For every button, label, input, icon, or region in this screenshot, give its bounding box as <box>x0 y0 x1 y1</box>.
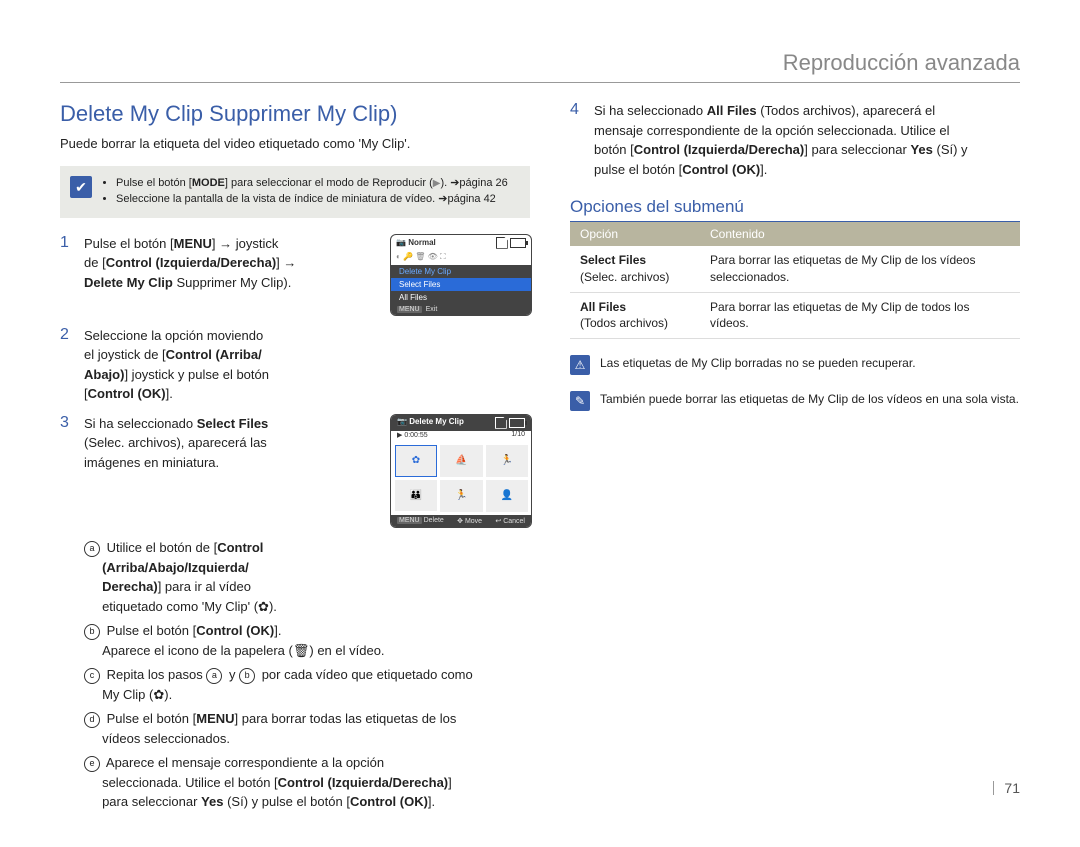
thumbnail: 🏃 <box>486 445 529 477</box>
battery-icon <box>509 418 525 428</box>
note-line-1: Pulse el botón [MODE] para seleccionar e… <box>116 176 508 192</box>
step-2-text: Seleccione la opción moviendo el joystic… <box>84 326 530 404</box>
substep-b-label: b <box>84 624 100 640</box>
submenu-heading: Opciones del submenú <box>570 197 1020 222</box>
check-icon: ✔ <box>70 176 92 198</box>
th-option: Opción <box>570 222 700 246</box>
substep-d-label: d <box>84 712 100 728</box>
sd-icon <box>495 417 507 429</box>
step-number-4: 4 <box>570 101 584 179</box>
thumbnail: 👪 <box>395 480 437 512</box>
th-content: Contenido <box>700 222 1020 246</box>
substep-c-label: c <box>84 668 100 684</box>
thumbnail: 🏃 <box>440 480 483 512</box>
thumbnail: ⛵ <box>440 445 483 477</box>
warning-callout: ⚠ Las etiquetas de My Clip borradas no s… <box>570 355 1020 375</box>
step-4-text: Si ha seleccionado All Files (Todos arch… <box>594 101 1020 179</box>
step-3-text: Si ha seleccionado Select Files (Selec. … <box>84 414 380 529</box>
info-icon: ✎ <box>570 391 590 411</box>
lcd-screen-1: 📷 Normal ◐ 🔑 🗑 👁 ⛶ Delete My Clip Select… <box>390 234 532 316</box>
thumbnail-selected: ✿ <box>395 445 437 477</box>
step-number-3: 3 <box>60 414 74 529</box>
chapter-header: Reproducción avanzada <box>60 50 1020 83</box>
page-number: 71 <box>993 781 1020 795</box>
substep-a-label: a <box>84 541 100 557</box>
table-row: All Files(Todos archivos) Para borrar la… <box>570 292 1020 339</box>
sd-icon <box>496 237 508 249</box>
menu-all-files: All Files <box>391 291 531 304</box>
menu-delete-my-clip: Delete My Clip <box>391 265 531 278</box>
note-box: ✔ Pulse el botón [MODE] para seleccionar… <box>60 166 530 218</box>
submenu-table: Opción Contenido Select Files(Selec. arc… <box>570 222 1020 339</box>
step-number-2: 2 <box>60 326 74 404</box>
warning-icon: ⚠ <box>570 355 590 375</box>
info-callout: ✎ También puede borrar las etiquetas de … <box>570 391 1020 411</box>
lcd-screen-2: 📷 Delete My Clip ▶ 0:00:55 1/10 ✿ ⛵ 🏃 👪 <box>390 414 532 529</box>
section-title: Delete My Clip Supprimer My Clip) <box>60 101 530 127</box>
step-3-substeps: a Utilice el botón de [Control (Arriba/A… <box>84 538 530 812</box>
intro-text: Puede borrar la etiqueta del video etiqu… <box>60 135 530 154</box>
step-number-1: 1 <box>60 234 74 316</box>
thumbnail: 👤 <box>486 480 529 512</box>
step-1-text: Pulse el botón [MENU] → joystick de [Con… <box>84 234 380 316</box>
menu-select-files: Select Files <box>391 278 531 291</box>
substep-e-label: e <box>84 756 100 772</box>
note-line-2: Seleccione la pantalla de la vista de ín… <box>116 192 508 208</box>
table-row: Select Files(Selec. archivos) Para borra… <box>570 246 1020 292</box>
battery-icon <box>510 238 526 248</box>
